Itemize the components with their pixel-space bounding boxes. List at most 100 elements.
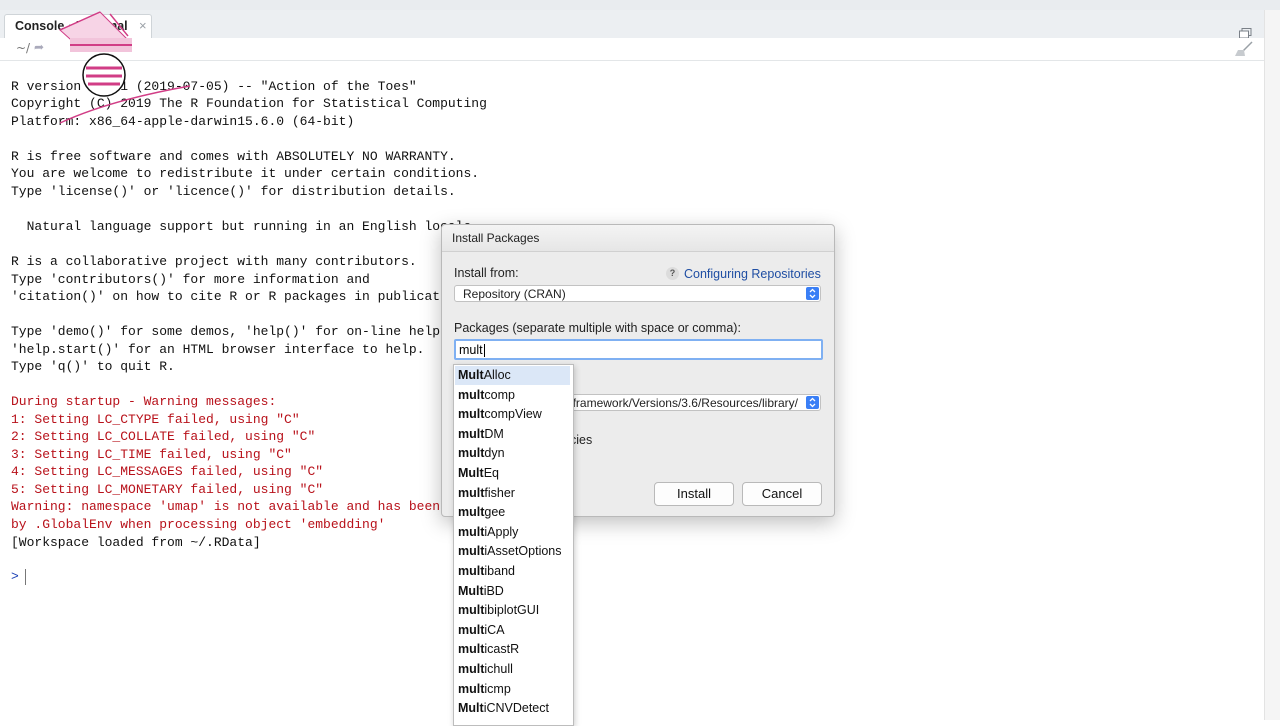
console-warning-line: 4: Setting LC_MESSAGES failed, using "C" [11, 464, 324, 479]
console-line: Platform: x86_64-apple-darwin15.6.0 (64-… [11, 114, 355, 129]
autocomplete-item-rest: Alloc [483, 368, 511, 382]
autocomplete-item-match: mult [458, 407, 485, 422]
autocomplete-item-match: Mult [458, 368, 484, 382]
tab-console[interactable]: Console · Terminal × [4, 14, 152, 38]
autocomplete-item-rest: compView [484, 407, 542, 422]
autocomplete-item-match: Mult [458, 583, 484, 598]
autocomplete-item-match: mult [458, 485, 485, 500]
autocomplete-item-rest: iband [484, 564, 515, 578]
console-tab-bar: Console · Terminal × [0, 10, 1264, 39]
dialog-titlebar: Install Packages [442, 225, 834, 252]
autocomplete-item[interactable]: multiAssetOptions [455, 542, 570, 561]
close-icon[interactable]: × [139, 18, 147, 33]
autocomplete-item[interactable]: multdyn [455, 444, 570, 463]
autocomplete-item-rest: DM [484, 426, 504, 441]
autocomplete-item[interactable]: multicastR [455, 640, 570, 659]
autocomplete-item[interactable]: multgee [455, 503, 570, 522]
install-button[interactable]: Install [654, 482, 734, 506]
autocomplete-item-match: Mult [458, 701, 484, 716]
autocomplete-item-match: mult [458, 524, 485, 539]
console-line: Natural language support but running in … [11, 219, 472, 234]
autocomplete-item[interactable]: multiApply [455, 523, 570, 542]
help-icon[interactable]: ? [666, 267, 679, 280]
console-prompt: > [11, 569, 19, 584]
autocomplete-item[interactable]: multiband [455, 562, 570, 581]
install-from-value: Repository (CRAN) [463, 287, 566, 301]
autocomplete-item-match: mult [458, 681, 485, 696]
autocomplete-item-rest: icastR [484, 642, 520, 657]
autocomplete-item-rest: comp [484, 387, 515, 402]
packages-input-value: mult [459, 343, 483, 357]
console-line: 'help.start()' for an HTML browser inter… [11, 342, 425, 357]
autocomplete-item[interactable]: multicmp [455, 680, 570, 699]
go-to-directory-icon[interactable]: ➦ [34, 40, 44, 54]
console-line: Type 'contributors()' for more informati… [11, 272, 370, 287]
autocomplete-item-rest: iBD [483, 583, 504, 598]
console-warning-line: by .GlobalEnv when processing object 'em… [11, 517, 386, 532]
vertical-scrollbar[interactable] [1264, 10, 1280, 720]
autocomplete-item-rest: iCNVDetect [483, 701, 549, 716]
select-stepper-icon [806, 287, 819, 300]
console-line: [Workspace loaded from ~/.RData] [11, 535, 261, 550]
autocomplete-item[interactable]: multichull [455, 660, 570, 679]
console-line: You are welcome to redistribute it under… [11, 166, 480, 181]
tab-console-label: Console [15, 19, 65, 33]
console-warning-line: Warning: namespace 'umap' is not availab… [11, 499, 511, 514]
autocomplete-item[interactable]: multDM [455, 425, 570, 444]
autocomplete-item[interactable]: multiCA [455, 621, 570, 640]
text-cursor [483, 344, 485, 358]
select-stepper-icon [806, 396, 819, 409]
autocomplete-item-rest: iApply [484, 524, 519, 539]
console-line: R version 3.6.1 (2019-07-05) -- "Action … [11, 79, 417, 94]
autocomplete-item-rest: gee [484, 505, 506, 520]
autocomplete-item-rest: icmp [484, 681, 511, 696]
configuring-repositories-link[interactable]: Configuring Repositories [684, 267, 821, 281]
console-line: Copyright (C) 2019 The R Foundation for … [11, 96, 487, 111]
autocomplete-item[interactable]: MultEq [455, 464, 570, 483]
autocomplete-item[interactable]: multcomp [455, 386, 570, 405]
autocomplete-item-match: mult [458, 622, 485, 637]
install-from-label: Install from: [454, 266, 519, 280]
autocomplete-item[interactable]: multfisher [455, 484, 570, 503]
console-line: R is free software and comes with ABSOLU… [11, 149, 456, 164]
library-value: /Library/Frameworks/R.framework/Versions… [558, 396, 798, 410]
console-warning-line: 3: Setting LC_TIME failed, using "C" [11, 447, 292, 462]
autocomplete-item-match: mult [458, 642, 485, 657]
install-from-select[interactable]: Repository (CRAN) [454, 285, 821, 302]
console-line: Type 'q()' to quit R. [11, 359, 175, 374]
console-warning-line: 2: Setting LC_COLLATE failed, using "C" [11, 429, 316, 444]
autocomplete-item-match: mult [458, 387, 485, 402]
autocomplete-item-match: Mult [458, 466, 484, 480]
dialog-title: Install Packages [452, 231, 540, 245]
autocomplete-item-match: mult [458, 662, 485, 676]
autocomplete-item[interactable]: MultiBD [455, 582, 570, 601]
cancel-button[interactable]: Cancel [742, 482, 822, 506]
console-warning-line: During startup - Warning messages: [11, 394, 277, 409]
autocomplete-item-rest: ibiplotGUI [484, 603, 540, 618]
clear-console-icon[interactable] [1234, 41, 1254, 57]
autocomplete-item-match: mult [458, 446, 485, 461]
package-autocomplete-list[interactable]: MultAlloc multcomp multcompView multDM multd… [453, 364, 574, 726]
console-caret[interactable] [25, 569, 26, 585]
autocomplete-item-match: mult [458, 426, 485, 441]
tab-terminal-label[interactable]: Terminal [76, 19, 127, 33]
packages-input[interactable]: mult [454, 339, 823, 360]
autocomplete-item-rest: Eq [483, 466, 499, 480]
console-line: R is a collaborative project with many c… [11, 254, 417, 269]
autocomplete-item-rest: ichull [484, 662, 513, 676]
autocomplete-item[interactable]: multcompView [455, 405, 570, 424]
console-line: Type 'license()' or 'licence()' for dist… [11, 184, 456, 199]
packages-label: Packages (separate multiple with space o… [454, 321, 741, 335]
console-warning-line: 1: Setting LC_CTYPE failed, using "C" [11, 412, 300, 427]
working-directory-label: ~/ [16, 41, 31, 55]
autocomplete-item[interactable]: MultAlloc [455, 366, 570, 385]
autocomplete-item-rest: fisher [484, 485, 515, 500]
autocomplete-item[interactable]: multibiplotGUI [455, 601, 570, 620]
working-directory-bar: ~/ ➦ [0, 38, 1264, 61]
autocomplete-item-rest: iAssetOptions [484, 544, 562, 559]
autocomplete-item[interactable]: MultiCNVDetect [455, 699, 570, 718]
autocomplete-item-match: mult [458, 544, 485, 559]
autocomplete-item-match: mult [458, 603, 485, 618]
autocomplete-item-rest: dyn [484, 446, 505, 461]
autocomplete-item-match: mult [458, 564, 485, 578]
